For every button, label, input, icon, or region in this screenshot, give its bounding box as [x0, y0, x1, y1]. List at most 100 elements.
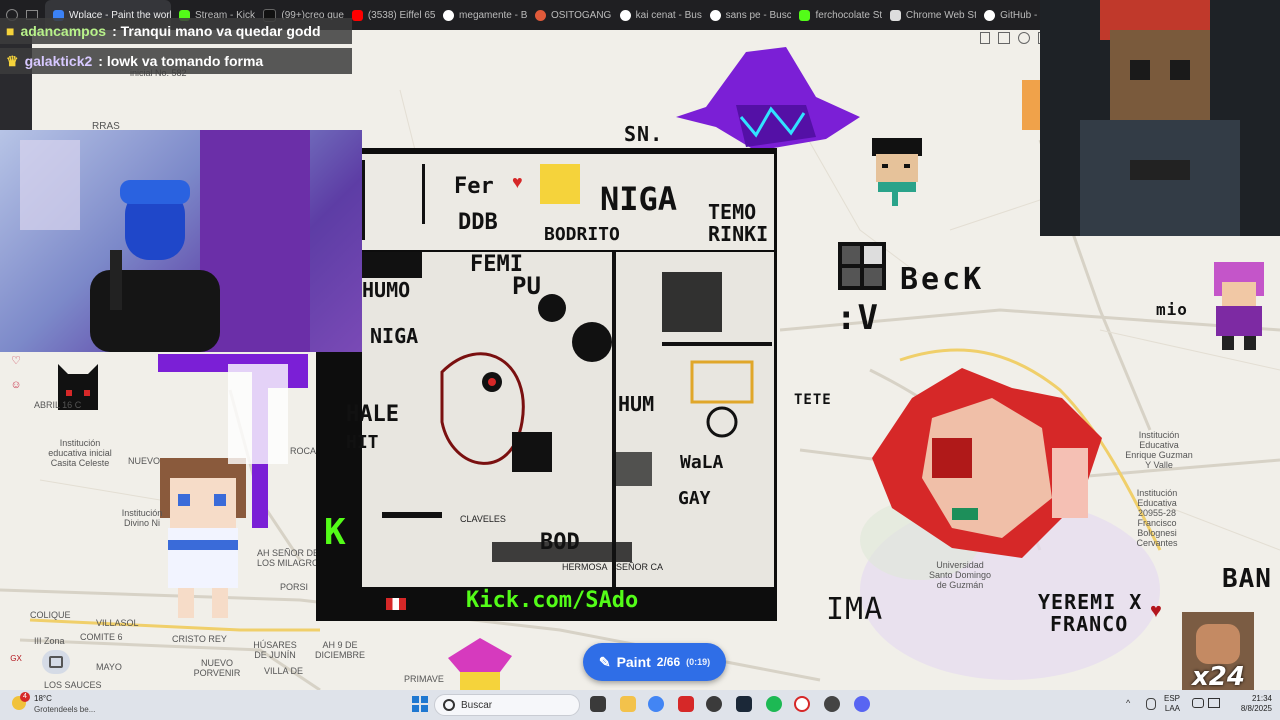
- google-favicon-icon: [443, 9, 455, 21]
- mod-badge-icon: ■: [6, 23, 15, 39]
- microphone-icon[interactable]: [1146, 698, 1156, 710]
- tab-ositogang[interactable]: OSITOGANG: [527, 0, 612, 30]
- label-ban: BAN: [1222, 564, 1272, 594]
- heart-icon: ♥: [1150, 600, 1162, 622]
- spotify-icon[interactable]: [766, 696, 782, 712]
- map-label-porsi: PORSI: [280, 582, 309, 592]
- tab-chrome-web-store[interactable]: Chrome Web St: [882, 0, 976, 30]
- weather-widget[interactable]: 4 18°C Grotendeels be...: [8, 692, 108, 718]
- label-face: :V: [836, 298, 879, 338]
- map-label-diciembre: AH 9 DE DICIEMBRE: [314, 640, 365, 660]
- map-label-senor: AH SEÑOR DE LOS MILAGRO: [256, 548, 319, 568]
- pixelated-avatar: [1080, 0, 1240, 236]
- file-explorer-icon[interactable]: [620, 696, 636, 712]
- brush-icon: ✎: [598, 653, 611, 670]
- wifi-icon[interactable]: [1192, 698, 1204, 708]
- tab-google-kai[interactable]: kai cenat - Bus: [612, 0, 702, 30]
- map-label-villasol: VILLASOL: [96, 618, 139, 628]
- text-rinki: RINKI: [708, 222, 769, 246]
- map-label-nuevo-porvenir: NUEVO PORVENIR: [193, 658, 241, 678]
- webcam-feed-secondary: [1040, 0, 1280, 236]
- steam-icon[interactable]: [736, 696, 752, 712]
- orange-art: [1022, 80, 1040, 130]
- pin-icon[interactable]: [980, 32, 990, 44]
- left-overlay-bar: [0, 30, 32, 130]
- opera-gx-icon[interactable]: [794, 696, 810, 712]
- map-label-senor-ca: SEÑOR CA: [616, 562, 664, 572]
- weather-desc: Grotendeels be...: [34, 705, 96, 714]
- tab-github[interactable]: GitHub -: [976, 0, 1040, 30]
- google-favicon-icon: [709, 9, 721, 21]
- map-label-abril: ABRIL 16 C: [34, 400, 82, 410]
- app-red-icon[interactable]: [678, 696, 694, 712]
- map-label-primave: PRIMAVE: [404, 674, 444, 684]
- purple-character-art: [1214, 262, 1264, 350]
- crown-badge-icon: ♛: [6, 52, 19, 69]
- map-label-usdg: Universidad Santo Domingo de Guzmán: [928, 560, 992, 590]
- chat-username: adancampos: [20, 23, 107, 39]
- search-icon: [443, 699, 455, 711]
- paint-button[interactable]: ✎ Paint 2/66 (0:19): [583, 643, 726, 681]
- red-hair-anime-art: [872, 368, 1102, 558]
- meme-overlay: x24: [1182, 612, 1254, 692]
- map-label-colique: COLIQUE: [30, 610, 71, 620]
- tab-label: Chrome Web St: [905, 9, 977, 21]
- tab-google-sans[interactable]: sans pe - Busc: [702, 0, 791, 30]
- pixel-head-art: [872, 138, 922, 206]
- tray-chevron-icon[interactable]: ^: [1126, 698, 1130, 708]
- wallet-button[interactable]: [42, 650, 70, 674]
- chat-username: galaktick2: [24, 53, 93, 69]
- text-bodrito: BODRITO: [544, 224, 620, 245]
- kick-logo: K: [324, 512, 346, 553]
- map-label-celeste: Institución educativa inicial Casita Cel…: [48, 438, 112, 468]
- gx-icon[interactable]: GX: [9, 652, 23, 666]
- lang-code: ESP: [1164, 694, 1181, 703]
- youtube-favicon-icon: [351, 9, 363, 21]
- label-sn: SN.: [624, 122, 664, 146]
- map-label-claveles: CLAVELES: [460, 514, 506, 524]
- clock[interactable]: 21:34 8/8/2025: [1222, 694, 1272, 714]
- volume-icon[interactable]: [1208, 698, 1220, 708]
- tab-youtube[interactable]: (3538) Eiffel 65: [344, 0, 435, 30]
- pixel-art-panel: Fer ♥ DDB NIGA BODRITO TEMO RINKI FEMI H…: [316, 148, 777, 621]
- map-label-zona: III Zona: [34, 636, 65, 646]
- bookmark-icon[interactable]: [998, 32, 1010, 44]
- clock-date: 8/8/2025: [1240, 704, 1272, 713]
- tab-label: OSITOGANG: [550, 9, 612, 21]
- heart-sidebar-icon[interactable]: ♡: [9, 354, 23, 368]
- smile-icon[interactable]: ☺: [9, 378, 23, 392]
- heart-red-icon: ♥: [512, 172, 523, 192]
- text-hum: HUM: [618, 392, 655, 416]
- map-label-nuevo: NUEVO: [128, 456, 161, 466]
- chat-message: ■ adancampos : Tranqui mano va quedar go…: [0, 18, 352, 44]
- obs-icon[interactable]: [706, 696, 722, 712]
- tab-label: megamente - B: [459, 9, 527, 21]
- kick-favicon-icon: [799, 9, 811, 21]
- chat-text: : Tranqui mano va quedar godd: [112, 23, 321, 39]
- discord-icon[interactable]: [854, 696, 870, 712]
- taskbar-search[interactable]: Buscar: [434, 694, 580, 716]
- tab-ferchocolate[interactable]: ferchocolate St: [791, 0, 882, 30]
- kick-url: Kick.com/SAdo: [466, 588, 639, 613]
- tab-label: ferchocolate St: [815, 9, 882, 21]
- panel-mid-area: FEMI HUMO PU NIGA HALE HIT HUM WaLA GAY …: [346, 252, 774, 587]
- language-indicator[interactable]: ESP LAA: [1164, 694, 1180, 714]
- chrome-icon[interactable]: [648, 696, 664, 712]
- start-button[interactable]: [412, 696, 428, 712]
- text-hale: HALE: [346, 402, 399, 427]
- text-humo: HUMO: [362, 278, 411, 302]
- label-ima: IMA: [826, 592, 884, 627]
- map-label-comite: COMITE 6: [80, 632, 123, 642]
- panel-top-area: Fer ♥ DDB NIGA BODRITO TEMO RINKI: [362, 154, 774, 250]
- extension-icon[interactable]: [1018, 32, 1030, 44]
- windows-taskbar: [0, 690, 1280, 720]
- text-niga-mid: NIGA: [370, 324, 419, 348]
- notification-badge: 4: [20, 692, 30, 702]
- task-view-icon[interactable]: [590, 696, 606, 712]
- tab-google-megamente[interactable]: megamente - B: [435, 0, 527, 30]
- peru-flag-icon: [386, 598, 406, 610]
- text-gay: GAY: [678, 488, 711, 509]
- text-hit: HIT: [346, 432, 379, 453]
- app-dark-icon[interactable]: [824, 696, 840, 712]
- label-mio: mio: [1156, 300, 1188, 319]
